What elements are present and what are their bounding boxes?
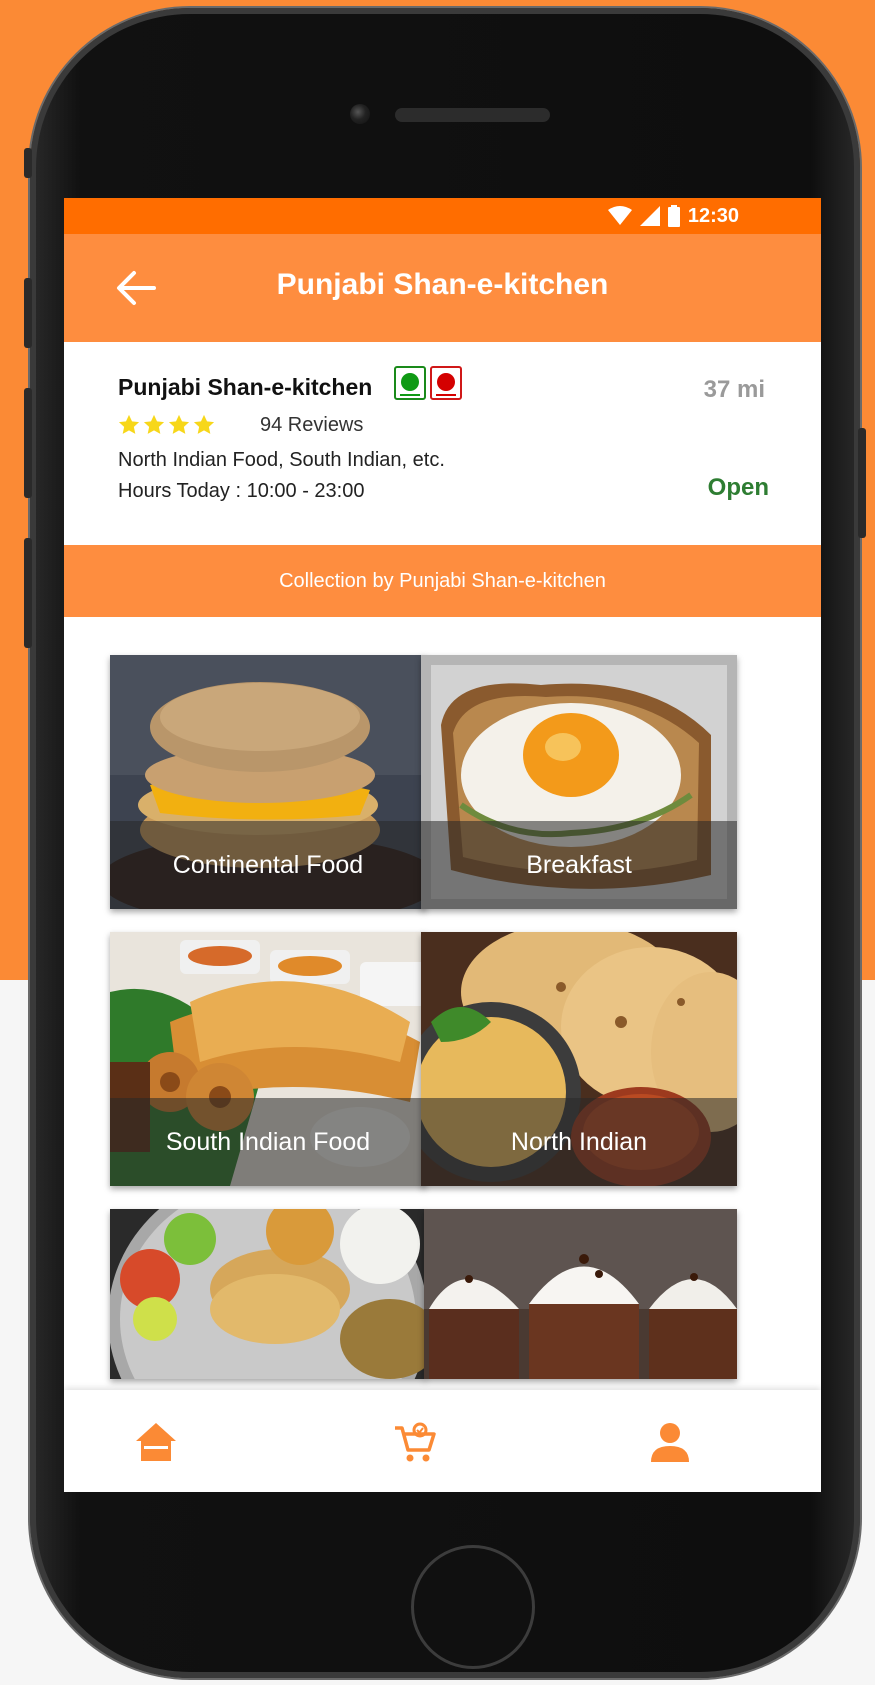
restaurant-info-card: Punjabi Shan-e-kitchen 37 mi 94 Reviews … — [64, 342, 821, 545]
category-tile-thali[interactable] — [110, 1209, 426, 1379]
status-time: 12:30 — [687, 204, 739, 227]
profile-icon — [651, 1423, 689, 1462]
phone-volume-down — [24, 388, 32, 498]
category-tile-continental[interactable]: Continental Food — [110, 655, 426, 909]
status-bar: 12:30 — [64, 198, 821, 234]
collection-header: Collection by Punjabi Shan-e-kitchen — [64, 545, 821, 617]
thali-image — [110, 1209, 426, 1379]
restaurant-distance: 37 mi — [703, 376, 765, 403]
non-veg-icon — [430, 366, 462, 400]
home-icon — [136, 1423, 176, 1461]
page-title: Punjabi Shan-e-kitchen — [276, 268, 609, 301]
reviews-count[interactable]: 94 Reviews — [260, 414, 363, 437]
nav-home[interactable] — [134, 1420, 178, 1464]
star-icon — [168, 414, 190, 434]
phone-volume-up — [24, 278, 32, 348]
category-tile-north-indian[interactable]: North Indian — [421, 932, 737, 1186]
phone-side-button — [24, 148, 32, 178]
cart-icon — [395, 1422, 436, 1462]
category-tile-south-indian[interactable]: South Indian Food — [110, 932, 426, 1186]
category-label: South Indian Food — [110, 1098, 426, 1186]
signal-icon — [639, 206, 660, 226]
star-icon — [143, 414, 165, 434]
phone-volume-button — [24, 538, 32, 648]
nav-cart[interactable] — [393, 1420, 437, 1464]
app-screen: 12:30 Punjabi Shan-e-kitchen Punjabi Sha… — [64, 198, 821, 1492]
cuisine-list: North Indian Food, South Indian, etc. — [118, 449, 445, 471]
category-label: North Indian — [421, 1098, 737, 1186]
star-icon — [193, 414, 215, 434]
open-status-badge: Open — [707, 474, 769, 501]
opening-hours: Hours Today : 10:00 - 23:00 — [118, 480, 365, 502]
phone-home-button[interactable] — [411, 1545, 535, 1669]
bottom-navigation — [64, 1390, 821, 1492]
restaurant-name: Punjabi Shan-e-kitchen — [118, 374, 373, 400]
wifi-icon — [607, 206, 632, 225]
battery-icon — [667, 205, 680, 227]
app-bar: Punjabi Shan-e-kitchen — [64, 234, 821, 342]
rating-stars — [118, 414, 215, 436]
phone-power-button — [858, 428, 866, 538]
veg-icon — [394, 366, 426, 400]
category-label: Continental Food — [110, 821, 426, 909]
category-tile-desserts[interactable] — [424, 1209, 737, 1379]
star-icon — [118, 414, 140, 434]
category-label: Breakfast — [421, 821, 737, 909]
dessert-image — [424, 1209, 737, 1379]
earpiece-speaker — [395, 108, 550, 122]
nav-profile[interactable] — [648, 1420, 692, 1464]
category-tile-breakfast[interactable]: Breakfast — [421, 655, 737, 909]
front-camera — [350, 104, 370, 124]
category-grid: Continental Food Breakfast South Indian … — [64, 617, 821, 1397]
